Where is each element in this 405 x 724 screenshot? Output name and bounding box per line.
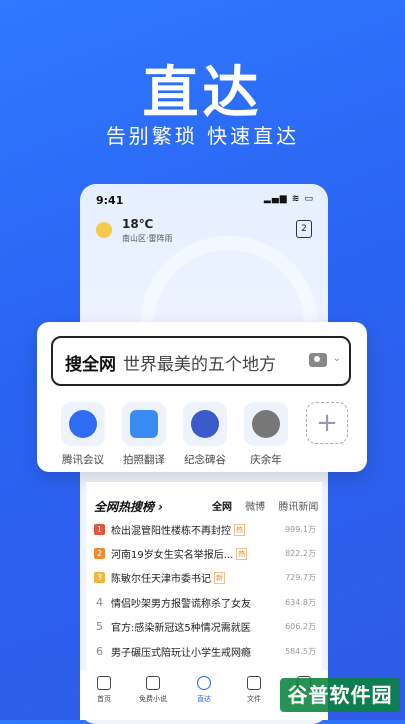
tab-weibo[interactable]: 微博 [245,502,265,513]
weather-location: 南山区·雷阵雨 [122,234,173,243]
app-photo-translate[interactable]: 拍照翻译 [118,402,170,467]
file-icon [247,676,261,690]
tab-tencent-news[interactable]: 腾讯新闻 [278,502,318,513]
hot-search-list: 全网热搜榜 › 全网 微博 腾讯新闻 1 检出混管阳性楼栋不再封控热 999.1万… [86,482,322,672]
search-query-text: 世界最美的五个地方 [123,355,276,375]
list-item[interactable]: 3 陈敏尔任天津市委书记新 729.7万 [94,570,320,588]
promo-headline: 直达 [142,61,263,126]
list-item[interactable]: 5 官方:感染新冠这5种情况需就医 606.2万 [94,619,320,637]
plus-icon: + [306,402,348,444]
item-count: 729.7万 [285,573,316,582]
app-label: 腾讯会议 [62,454,104,466]
rank-badge: 5 [96,620,103,633]
hot-list-title[interactable]: 全网热搜榜 › [94,498,163,515]
photo-translate-icon [130,410,158,438]
list-item[interactable]: 6 男子碾压式陪玩让小学生戒网瘾 584.5万 [94,644,320,662]
watermark-logo: 谷普软件园 [280,678,400,712]
direct-icon [197,676,211,690]
item-count: 584.5万 [285,647,316,656]
add-shortcut-button[interactable]: + [301,402,353,444]
sun-icon [96,222,112,238]
tab-count-button[interactable]: 2 [296,220,312,238]
nav-label: 免费小说 [139,695,167,703]
item-tag: 热 [236,547,248,560]
item-title: 男子碾压式陪玩让小学生戒网瘾 [111,648,251,659]
nav-label: 首页 [97,695,111,703]
nav-home[interactable]: 首页 [84,676,124,704]
rank-badge: 2 [94,548,105,559]
nav-direct[interactable]: 直达 [184,676,224,704]
app-label: 庆余年 [250,454,282,466]
book-icon [146,676,160,690]
promo-subline: 告别繁琐 快速直达 [105,124,300,148]
home-icon [97,676,111,690]
item-title: 河南19岁女生实名举报后... [111,550,234,561]
status-time: 9:41 [96,194,124,207]
app-tencent-meeting[interactable]: 腾讯会议 [57,402,109,467]
item-count: 634.8万 [285,598,316,607]
tab-all-web[interactable]: 全网 [212,502,232,513]
app-monument-valley[interactable]: 纪念碑谷 [179,402,231,467]
rank-badge: 4 [96,596,103,609]
nav-novels[interactable]: 免费小说 [133,676,173,704]
item-tag: 新 [214,571,225,584]
item-tag: 热 [234,523,245,536]
app-label: 拍照翻译 [123,454,165,466]
item-title: 陈敏尔任天津市委书记 [111,574,211,585]
app-label: 纪念碑谷 [184,454,226,466]
list-item[interactable]: 4 情侣吵架男方报警谎称杀了女友 634.8万 [94,595,320,613]
hot-list-tabs: 全网 微博 腾讯新闻 [212,498,328,513]
item-count: 822.2万 [285,549,316,558]
status-bar: 9:41 ▂▄▆ ≋ ▭ [96,194,314,210]
qingyunian-icon [252,410,280,438]
search-brand-label: 搜全网 [65,355,116,375]
search-card: 搜全网 世界最美的五个地方 ⌄ 腾讯会议 拍照翻译 纪念碑谷 庆余年 + [37,322,367,472]
tencent-meeting-icon [69,410,97,438]
item-count: 999.1万 [285,525,316,534]
nav-files[interactable]: 文件 [234,676,274,704]
rank-badge: 1 [94,524,105,535]
item-count: 606.2万 [285,622,316,631]
camera-icon[interactable] [309,353,327,367]
app-qingyunian[interactable]: 庆余年 [240,402,292,467]
search-input[interactable]: 搜全网 世界最美的五个地方 ⌄ [51,336,351,386]
rank-badge: 6 [96,645,103,658]
nav-label: 文件 [247,695,261,703]
item-title: 检出混管阳性楼栋不再封控 [111,526,231,537]
chevron-down-icon[interactable]: ⌄ [333,353,341,364]
item-title: 情侣吵架男方报警谎称杀了女友 [111,599,251,610]
weather-temp: 18℃ [122,217,154,231]
rank-badge: 3 [94,572,105,583]
status-icons: ▂▄▆ ≋ ▭ [263,194,314,204]
monument-valley-icon [191,410,219,438]
list-item[interactable]: 1 检出混管阳性楼栋不再封控热 999.1万 [94,522,320,540]
nav-label: 直达 [197,695,211,703]
list-item[interactable]: 2 河南19岁女生实名举报后... 热 822.2万 [94,546,320,564]
shortcut-apps: 腾讯会议 拍照翻译 纪念碑谷 庆余年 + [57,402,357,468]
item-title: 官方:感染新冠这5种情况需就医 [111,623,251,634]
